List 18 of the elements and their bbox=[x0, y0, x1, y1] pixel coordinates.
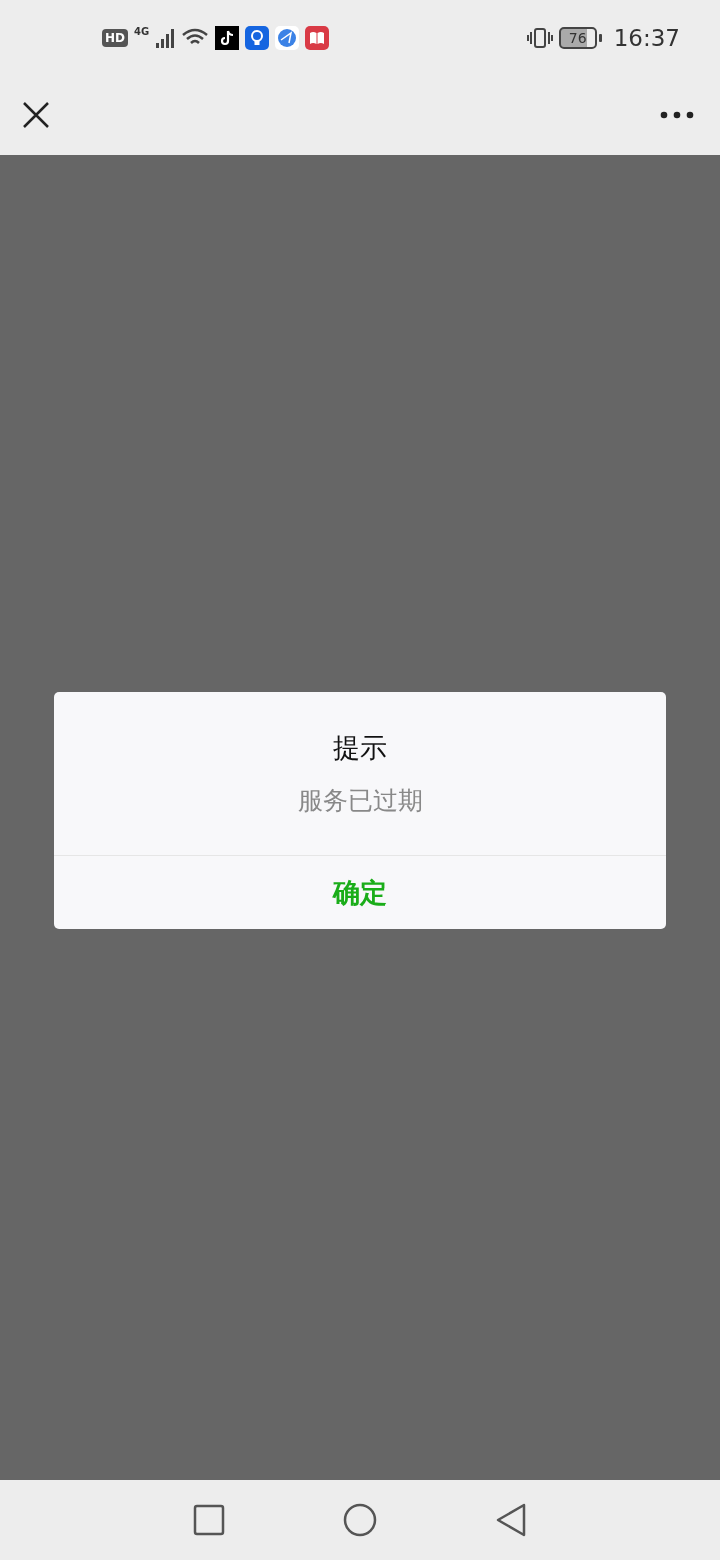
home-icon bbox=[343, 1503, 377, 1537]
battery-icon: 76 bbox=[558, 26, 597, 49]
network-label: 4G bbox=[134, 26, 150, 37]
confirm-button[interactable]: 确定 bbox=[54, 855, 666, 929]
close-icon bbox=[22, 101, 50, 129]
music-app-icon bbox=[215, 25, 240, 50]
more-icon bbox=[660, 111, 694, 119]
dialog-title: 提示 bbox=[333, 731, 387, 765]
clock-time: 16:37 bbox=[613, 24, 680, 51]
book-app-icon bbox=[305, 25, 330, 50]
vibrate-icon bbox=[526, 25, 553, 50]
hd-badge: HD bbox=[102, 28, 128, 47]
recents-icon bbox=[193, 1504, 225, 1536]
dialog-message: 服务已过期 bbox=[297, 785, 423, 817]
globe-app-icon bbox=[275, 25, 300, 50]
back-icon bbox=[495, 1503, 527, 1537]
lightbulb-app-icon bbox=[245, 25, 270, 50]
signal-icon bbox=[155, 26, 176, 49]
